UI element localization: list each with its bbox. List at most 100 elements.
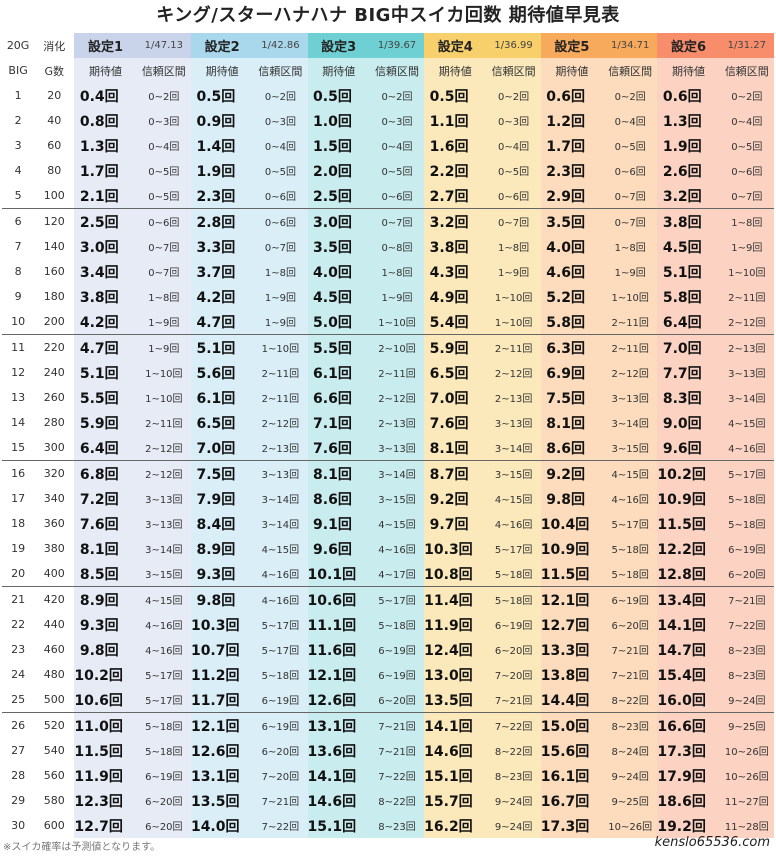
confidence-range: 2~10回 (369, 334, 425, 360)
expected-value: 1.2回 (540, 108, 604, 133)
expected-value: 8.1回 (307, 460, 370, 486)
confidence-range: 3~13回 (369, 435, 425, 461)
expected-value: 16.6回 (657, 712, 720, 738)
site-credit: kenslo65536.com (654, 835, 770, 850)
expected-value: 8.9回 (74, 586, 137, 612)
big-count: 1 (14, 89, 22, 102)
expected-value: 8.4回 (190, 511, 254, 536)
expected-value: 8.9回 (190, 536, 254, 561)
game-count: 420 (34, 586, 75, 612)
expected-value: 5.4回 (424, 309, 487, 335)
confidence-range: 4~15回 (136, 586, 191, 612)
game-count: 360 (43, 517, 65, 530)
setting-3-prob: 1/39.67 (369, 33, 425, 58)
expected-value: 7.6回 (307, 435, 370, 461)
confidence-range: 0~5回 (486, 158, 541, 183)
confidence-range: 2~11回 (603, 309, 658, 335)
expected-value: 14.7回 (657, 637, 720, 662)
game-count: 540 (43, 744, 65, 757)
confidence-range: 7~20回 (486, 662, 541, 687)
expected-value: 13.4回 (657, 586, 720, 612)
setting-1-label: 設定1 (74, 33, 137, 58)
confidence-range: 1~10回 (486, 284, 541, 309)
game-count: 220 (34, 334, 75, 360)
game-count: 480 (43, 668, 65, 681)
confidence-range: 0~5回 (369, 158, 425, 183)
expected-value: 2.3回 (190, 183, 254, 209)
confidence-range: 8~23回 (719, 662, 774, 687)
confidence-range: 9~24回 (486, 788, 541, 813)
expected-value: 5.5回 (74, 385, 137, 410)
expected-value: 7.0回 (190, 435, 254, 461)
confidence-range: 0~6回 (136, 208, 191, 234)
expected-value: 11.5回 (657, 511, 720, 536)
confidence-range: 8~23回 (486, 763, 541, 788)
expected-value: 12.4回 (424, 637, 487, 662)
confidence-range: 10~26回 (603, 813, 658, 838)
expected-value: 5.6回 (190, 360, 254, 385)
big-count: 12 (11, 366, 26, 379)
confidence-range: 0~7回 (136, 259, 191, 284)
confidence-range: 2~13回 (719, 334, 774, 360)
expected-value: 8.6回 (540, 435, 604, 461)
expected-value: 13.0回 (424, 662, 487, 687)
expected-value: 10.3回 (424, 536, 487, 561)
expected-value: 4.0回 (307, 259, 370, 284)
confidence-range: 0~3回 (136, 108, 191, 133)
confidence-range: 8~22回 (369, 788, 425, 813)
setting-4-prob: 1/36.99 (486, 33, 541, 58)
expected-value: 14.1回 (424, 712, 487, 738)
confidence-range: 0~4回 (253, 133, 308, 158)
expected-value: 10.2回 (657, 460, 720, 486)
confidence-range: 0~4回 (486, 133, 541, 158)
confidence-range: 7~21回 (603, 662, 658, 687)
expected-value: 3.2回 (657, 183, 720, 209)
expected-value: 1.9回 (190, 158, 254, 183)
confidence-range: 3~14回 (486, 435, 541, 461)
expected-value: 6.4回 (74, 435, 137, 461)
expected-value: 9.8回 (74, 637, 137, 662)
expected-value: 9.6回 (657, 435, 720, 461)
big-count: 19 (11, 542, 26, 555)
expected-value: 3.8回 (657, 208, 720, 234)
expect-header: 期待値 (307, 58, 370, 83)
expected-value: 13.5回 (424, 687, 487, 713)
confidence-range: 2~12回 (486, 360, 541, 385)
confidence-range: 0~2回 (486, 83, 541, 108)
big-count: 5 (14, 189, 22, 202)
expected-value: 16.1回 (540, 763, 604, 788)
confidence-range: 4~15回 (486, 486, 541, 511)
confidence-range: 0~7回 (603, 183, 658, 209)
confidence-range: 1~9回 (136, 334, 191, 360)
expected-value: 13.1回 (307, 712, 370, 738)
big-count: 26 (2, 712, 35, 738)
expected-value: 5.9回 (74, 410, 137, 435)
confidence-range: 9~25回 (719, 712, 774, 738)
confidence-range: 4~16回 (719, 435, 774, 461)
confidence-range: 1~9回 (719, 234, 774, 259)
confidence-range: 0~4回 (136, 133, 191, 158)
confidence-range: 7~21回 (719, 586, 774, 612)
big-count: 10 (11, 315, 26, 328)
confidence-range: 5~18回 (486, 561, 541, 587)
expected-value: 7.5回 (190, 460, 254, 486)
confidence-range: 3~13回 (136, 511, 191, 536)
big-count: 30 (11, 819, 26, 832)
confidence-range: 8~23回 (719, 637, 774, 662)
setting-5-label: 設定5 (540, 33, 604, 58)
expected-value: 1.7回 (74, 158, 137, 183)
confidence-range: 5~17回 (136, 687, 191, 713)
big-count: 23 (11, 643, 26, 656)
confidence-range: 4~15回 (369, 511, 425, 536)
confidence-range: 9~24回 (603, 763, 658, 788)
big-count: 17 (11, 492, 26, 505)
confidence-range: 1~8回 (719, 208, 774, 234)
big-count: 4 (14, 164, 22, 177)
expected-value: 0.5回 (307, 83, 370, 108)
table-row: 6 120 2.5回 0~6回 2.8回 0~6回 3.0回 0~7回 3.2回 0~7回 3.5回… (2, 208, 774, 234)
big-count: 9 (14, 290, 22, 303)
expected-value: 9.7回 (424, 511, 487, 536)
game-count: 140 (43, 240, 65, 253)
confidence-range: 9~25回 (603, 788, 658, 813)
expected-value: 10.1回 (307, 561, 370, 587)
